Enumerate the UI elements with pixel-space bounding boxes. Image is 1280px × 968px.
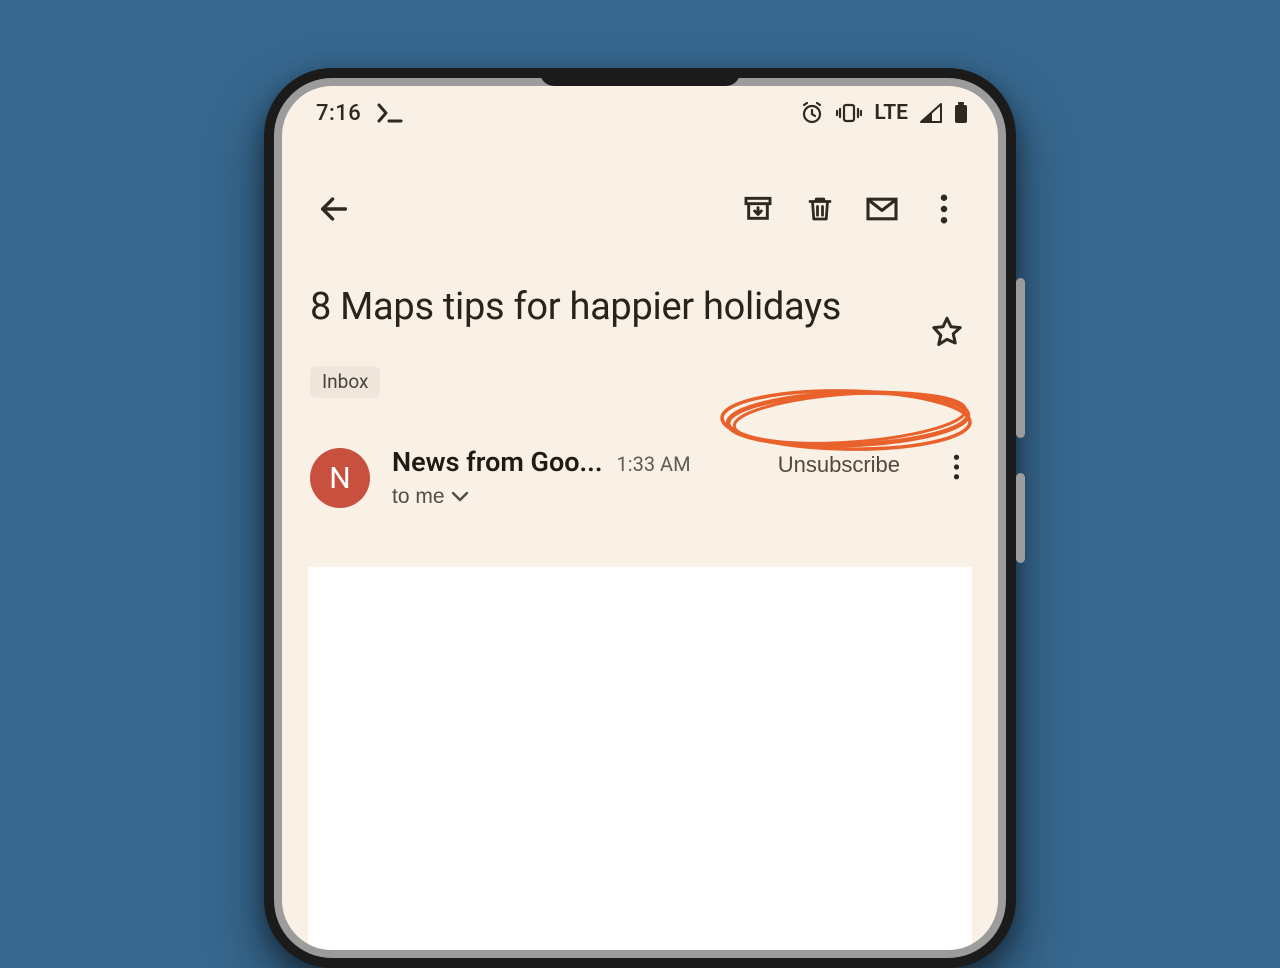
mark-unread-button[interactable]	[856, 184, 908, 236]
network-label: LTE	[874, 101, 908, 125]
sent-time: 1:33 AM	[617, 452, 691, 476]
power-button	[1016, 473, 1025, 563]
more-vert-icon	[953, 454, 960, 483]
archive-button[interactable]	[732, 184, 784, 236]
recipients-summary: to me	[392, 485, 445, 509]
signal-icon	[920, 103, 942, 123]
status-time: 7:16	[316, 101, 361, 126]
chevron-down-icon	[451, 485, 469, 509]
speaker-notch	[540, 72, 740, 86]
alarm-icon	[800, 101, 824, 125]
email-subject: 8 Maps tips for happier holidays	[310, 284, 906, 330]
star-button[interactable]	[924, 310, 970, 356]
screen: 7:16 LTE	[282, 86, 998, 950]
trash-icon	[805, 193, 835, 228]
toolbar-more-button[interactable]	[918, 184, 970, 236]
unsubscribe-button[interactable]: Unsubscribe	[770, 446, 908, 484]
email-toolbar	[282, 140, 998, 250]
star-outline-icon	[929, 314, 965, 353]
battery-icon	[954, 102, 968, 124]
back-button[interactable]	[308, 184, 360, 236]
volume-button	[1016, 278, 1025, 438]
delete-button[interactable]	[794, 184, 846, 236]
sender-avatar[interactable]: N	[310, 448, 370, 508]
sender-more-button[interactable]	[938, 446, 974, 490]
terminal-icon	[377, 103, 403, 123]
message-body[interactable]	[308, 567, 972, 950]
phone-frame: 7:16 LTE	[264, 68, 1016, 968]
phone-bezel: 7:16 LTE	[274, 78, 1006, 958]
arrow-left-icon	[317, 192, 351, 229]
label-chip[interactable]: Inbox	[310, 366, 380, 398]
sender-name: News from Goo...	[392, 446, 603, 478]
envelope-icon	[865, 195, 899, 226]
archive-icon	[742, 193, 774, 228]
sender-row: N News from Goo... 1:33 AM to me Unsubsc…	[282, 398, 998, 509]
vibrate-icon	[836, 102, 862, 124]
recipients-toggle[interactable]: to me	[392, 485, 469, 509]
more-vert-icon	[940, 194, 948, 227]
status-bar: 7:16 LTE	[282, 86, 998, 140]
